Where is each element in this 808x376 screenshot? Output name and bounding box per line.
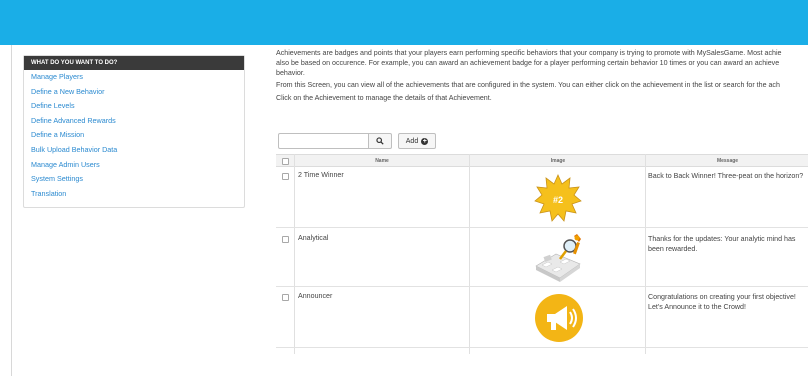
achievement-image[interactable] xyxy=(534,293,584,343)
table-header: Name Image Message xyxy=(276,154,808,167)
row-checkbox[interactable] xyxy=(282,236,289,243)
achievement-message: Back to Back Winner! Three-peat on the h… xyxy=(648,172,804,180)
sidebar-item-system-settings[interactable]: System Settings xyxy=(24,172,244,187)
sidebar-item-advanced-rewards[interactable]: Define Advanced Rewards xyxy=(24,114,244,129)
achievement-image[interactable]: #2 xyxy=(534,173,582,225)
select-all-checkbox[interactable] xyxy=(282,157,289,165)
column-header-message[interactable]: Message xyxy=(647,155,808,167)
table-row[interactable]: Analytical Thanks for the updates: Your … xyxy=(276,228,808,287)
sidebar-item-define-behavior[interactable]: Define a New Behavior xyxy=(24,85,244,100)
achievement-name[interactable]: 2 Time Winner xyxy=(298,171,344,179)
achievement-message: Thanks for the updates: Your analytic mi… xyxy=(648,235,796,253)
plus-circle-icon: + xyxy=(421,137,429,145)
search-icon xyxy=(376,137,384,145)
achievements-table: Name Image Message 2 Time Winner #2 Back… xyxy=(276,154,808,354)
click-instructions: Click on the Achievement to manage the d… xyxy=(276,94,492,102)
table-row[interactable]: 2 Time Winner #2 Back to Back Winner! Th… xyxy=(276,167,808,228)
column-header-image[interactable]: Image xyxy=(470,155,646,167)
sidebar-item-bulk-upload[interactable]: Bulk Upload Behavior Data xyxy=(24,143,244,158)
star-badge-icon: #2 xyxy=(534,174,582,222)
search-input[interactable] xyxy=(278,133,369,149)
sidebar-item-define-levels[interactable]: Define Levels xyxy=(24,99,244,114)
row-checkbox[interactable] xyxy=(282,173,289,180)
badge-label: #2 xyxy=(553,195,563,205)
sidebar-header: WHAT DO YOU WANT TO DO? xyxy=(24,56,244,70)
intro-line-3: behavior. xyxy=(276,69,305,78)
add-achievement-button[interactable]: Add + xyxy=(398,133,436,149)
achievement-image[interactable] xyxy=(530,232,586,284)
row-checkbox[interactable] xyxy=(282,294,289,301)
sidebar-item-translation[interactable]: Translation xyxy=(24,187,244,202)
achievement-name[interactable]: Announcer xyxy=(298,292,332,300)
megaphone-icon xyxy=(535,294,583,342)
table-row[interactable] xyxy=(276,348,808,354)
puzzle-magnifier-icon xyxy=(535,234,581,282)
sidebar-item-admin-users[interactable]: Manage Admin Users xyxy=(24,158,244,173)
sidebar-item-define-mission[interactable]: Define a Mission xyxy=(24,128,244,143)
intro-line-2: also be based on occurence. For example,… xyxy=(276,59,780,68)
intro-paragraph: Achievements are badges and points that … xyxy=(276,48,808,79)
top-header-bar xyxy=(0,0,808,45)
sidebar-panel: WHAT DO YOU WANT TO DO? Manage Players D… xyxy=(23,55,245,208)
left-border xyxy=(11,45,12,376)
intro-line-1: Achievements are badges and points that … xyxy=(276,49,782,57)
sidebar-item-manage-players[interactable]: Manage Players xyxy=(24,70,244,85)
table-row[interactable]: Announcer Congratulations on creating yo… xyxy=(276,287,808,348)
achievement-name[interactable]: Analytical xyxy=(298,234,328,242)
search-button[interactable] xyxy=(369,133,392,149)
column-header-name[interactable]: Name xyxy=(295,155,469,167)
achievement-message: Congratulations on creating your first o… xyxy=(648,293,796,311)
view-instructions: From this Screen, you can view all of th… xyxy=(276,81,780,89)
add-button-label: Add xyxy=(405,137,419,145)
